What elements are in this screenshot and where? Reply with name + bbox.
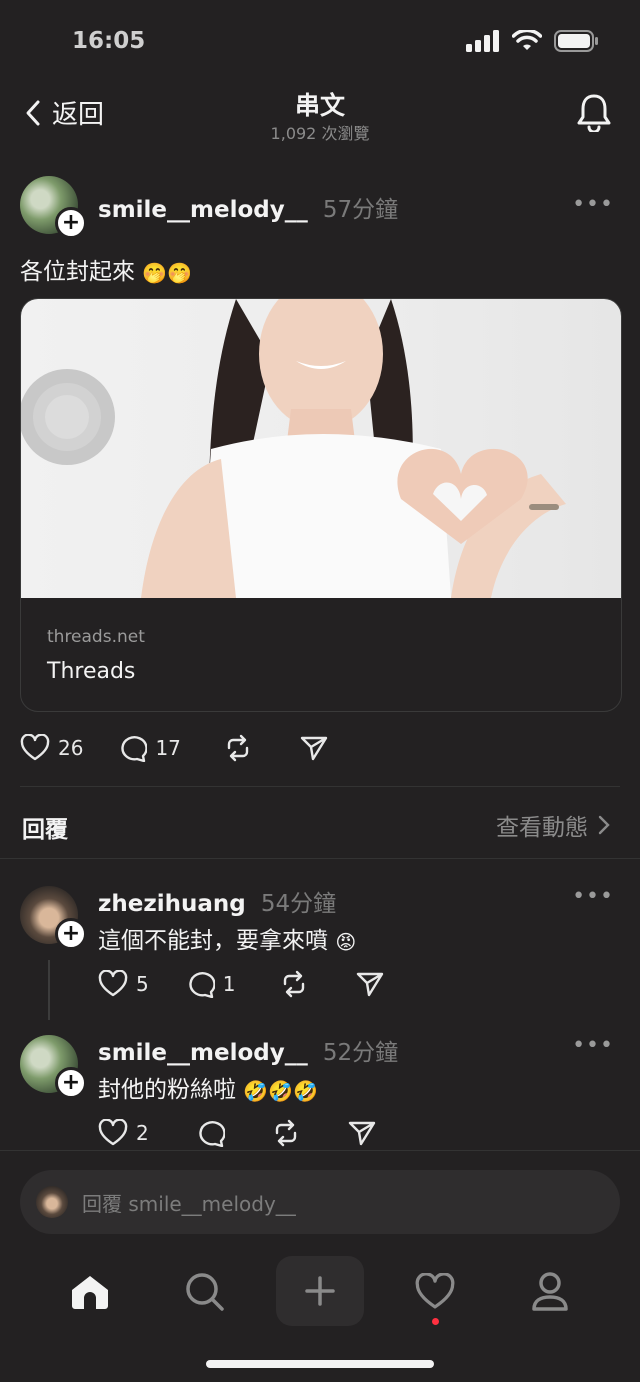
repost-button[interactable]	[223, 734, 253, 762]
reply-username[interactable]: zhezihuang	[98, 891, 246, 917]
tab-home[interactable]	[60, 1262, 120, 1322]
rofl-emoji-icon: 🤣	[243, 1078, 269, 1103]
replies-label: 回覆	[22, 817, 68, 843]
repost-button[interactable]	[279, 970, 309, 998]
home-indicator	[206, 1360, 434, 1368]
repost-icon	[227, 734, 249, 762]
search-icon	[186, 1273, 224, 1311]
comment-icon	[189, 972, 215, 998]
notifications-button[interactable]	[576, 92, 612, 136]
reply-input[interactable]: 回覆 smile__melody__	[20, 1170, 620, 1234]
post-actions: 26 17	[20, 734, 329, 762]
reply-text: 這個不能封，要拿來噴	[98, 928, 328, 954]
reply-text-row: 這個不能封，要拿來噴 😡	[98, 921, 356, 955]
repost-button[interactable]	[271, 1119, 301, 1147]
plus-icon	[305, 1276, 335, 1306]
chevron-right-icon	[598, 815, 610, 835]
comment-count: 17	[155, 736, 181, 760]
heart-icon	[415, 1273, 455, 1309]
signal-icon	[466, 30, 499, 52]
reply-header: zhezihuang 54分鐘	[98, 884, 336, 918]
share-button[interactable]	[347, 1119, 377, 1147]
reply-text: 封他的粉絲啦	[98, 1077, 236, 1103]
like-button[interactable]: 26	[20, 734, 83, 762]
heart-icon	[98, 1119, 128, 1146]
rofl-emoji-icon: 🤣	[293, 1078, 319, 1103]
wifi-icon	[512, 30, 542, 50]
post-time: 57分鐘	[322, 197, 399, 223]
follow-plus-icon[interactable]: +	[55, 918, 87, 950]
status-icons	[466, 30, 600, 52]
comment-button[interactable]: 17	[117, 734, 181, 762]
follow-plus-icon[interactable]: +	[55, 207, 87, 239]
person-icon	[532, 1272, 568, 1311]
like-count: 26	[58, 736, 84, 760]
more-options-button[interactable]: •••	[572, 1033, 614, 1058]
more-options-button[interactable]: •••	[572, 192, 614, 217]
view-count: 1,092 次瀏覽	[270, 124, 370, 143]
divider	[20, 786, 620, 787]
rofl-emoji-icon: 🤣	[268, 1078, 294, 1103]
link-preview-card[interactable]: threads.net Threads	[20, 298, 622, 712]
avatar	[36, 1186, 68, 1218]
link-title: Threads	[47, 659, 136, 684]
notification-dot	[432, 1318, 439, 1325]
hand-over-mouth-emoji-icon: 🤭	[167, 260, 193, 285]
comment-icon	[121, 736, 148, 762]
thread-line	[48, 960, 50, 1020]
like-button[interactable]: 2	[98, 1119, 149, 1147]
view-activity-link[interactable]: 查看動態	[496, 808, 610, 842]
post-header: smile__melody__ 57分鐘	[98, 190, 398, 224]
reply-text-row: 封他的粉絲啦 🤣🤣🤣	[98, 1070, 318, 1104]
reply-time: 52分鐘	[322, 1040, 399, 1066]
like-button[interactable]: 5	[98, 970, 149, 998]
post-text-row: 各位封起來 🤭🤭	[20, 252, 192, 286]
send-icon	[357, 972, 384, 997]
post-text: 各位封起來	[20, 259, 135, 285]
comment-button[interactable]: 1	[185, 970, 236, 998]
more-options-button[interactable]: •••	[572, 884, 614, 909]
tab-profile[interactable]	[520, 1262, 580, 1322]
status-time: 16:05	[72, 28, 146, 54]
tab-search[interactable]	[175, 1262, 235, 1322]
photo-woman-heart-hands	[21, 299, 566, 598]
comment-count: 1	[222, 972, 236, 996]
send-icon	[348, 1121, 375, 1146]
follow-plus-icon[interactable]: +	[55, 1067, 87, 1099]
repost-icon	[275, 1119, 296, 1147]
battery-icon	[554, 30, 598, 52]
heart-icon	[20, 734, 50, 761]
hand-over-mouth-emoji-icon: 🤭	[142, 260, 168, 285]
tab-activity[interactable]	[405, 1262, 465, 1322]
tab-compose[interactable]	[276, 1256, 364, 1326]
bell-icon	[577, 94, 611, 134]
view-activity-label: 查看動態	[496, 815, 588, 841]
heart-icon	[98, 970, 128, 997]
reply-actions: 5 1	[98, 970, 385, 998]
divider	[0, 1150, 640, 1151]
divider	[0, 858, 640, 859]
share-button[interactable]	[299, 734, 329, 762]
share-button[interactable]	[355, 970, 385, 998]
comment-icon	[199, 1121, 225, 1147]
link-preview-image	[21, 299, 621, 598]
reply-time: 54分鐘	[260, 891, 337, 917]
repost-icon	[284, 970, 305, 998]
link-domain: threads.net	[47, 627, 145, 647]
reply-header: smile__melody__ 52分鐘	[98, 1033, 398, 1067]
send-icon	[300, 736, 328, 761]
comment-button[interactable]	[195, 1119, 225, 1147]
like-count: 2	[136, 1121, 149, 1145]
page-title: 串文	[294, 91, 345, 120]
post-username[interactable]: smile__melody__	[98, 197, 308, 223]
reply-username[interactable]: smile__melody__	[98, 1040, 308, 1066]
reply-actions: 2	[98, 1119, 377, 1147]
home-icon	[72, 1276, 108, 1309]
like-count: 5	[136, 972, 149, 996]
reply-placeholder: 回覆 smile__melody__	[82, 1191, 296, 1216]
angry-face-emoji-icon: 😡	[335, 929, 357, 954]
